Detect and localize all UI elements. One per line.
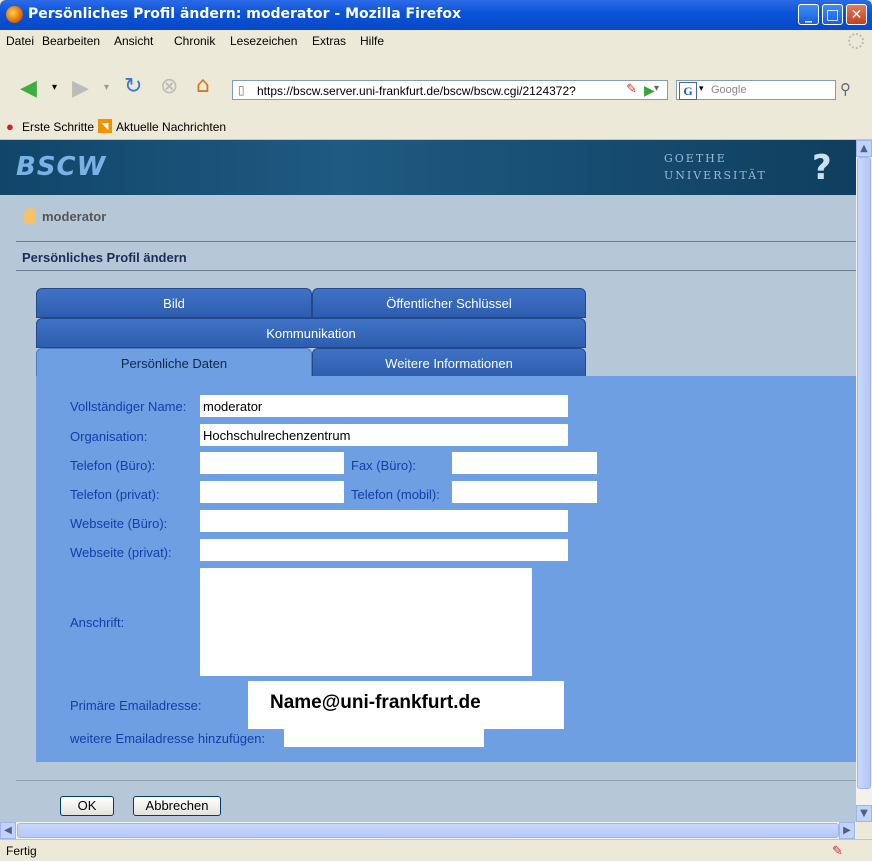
search-engine-dropdown-icon[interactable]: ▾ <box>699 84 704 94</box>
page-content: BSCW GOETHE UNIVERSITÄT ? moderator Pers… <box>0 140 856 822</box>
menu-hilfe[interactable]: Hilfe <box>360 34 384 48</box>
tab-kommunikation[interactable]: Kommunikation <box>36 318 586 348</box>
web-private-input[interactable] <box>200 539 568 561</box>
add-email-input[interactable] <box>284 727 484 747</box>
cancel-button[interactable]: Abbrechen <box>133 796 221 816</box>
bookmarks-toolbar: ● Erste Schritte ◥ Aktuelle Nachrichten <box>0 114 872 140</box>
primary-email-label: Primäre Emailadresse: <box>70 698 202 713</box>
status-bar: Fertig ✎ <box>0 839 872 861</box>
tel-office-label: Telefon (Büro): <box>70 458 156 473</box>
reload-icon[interactable]: ↻ <box>124 74 142 99</box>
rss-icon: ◥ <box>98 119 112 133</box>
organisation-label: Organisation: <box>70 429 148 444</box>
bookmark-erste-schritte[interactable]: Erste Schritte <box>22 120 94 134</box>
fullname-input[interactable] <box>200 395 568 417</box>
primary-email-field[interactable]: Name@uni-frankfurt.de <box>248 681 564 729</box>
tel-office-input[interactable] <box>200 452 344 474</box>
fax-office-input[interactable] <box>452 452 597 474</box>
search-icon[interactable]: ⚲ <box>840 80 851 98</box>
menu-lesezeichen[interactable]: Lesezeichen <box>230 34 297 48</box>
minimize-button[interactable]: _ <box>798 4 819 25</box>
scroll-left-icon[interactable]: ◀ <box>0 822 16 839</box>
fullname-label: Vollständiger Name: <box>70 399 187 414</box>
bookmark-aktuelle-nachrichten[interactable]: Aktuelle Nachrichten <box>116 120 226 134</box>
tab-persoenliche-daten[interactable]: Persönliche Daten <box>36 348 312 378</box>
scroll-down-icon[interactable]: ▼ <box>856 805 872 822</box>
tab-bild[interactable]: Bild <box>36 288 312 318</box>
scroll-right-icon[interactable]: ▶ <box>839 822 855 839</box>
maximize-button[interactable]: □ <box>822 4 843 25</box>
vertical-scrollbar[interactable]: ▲ ▼ <box>856 140 872 822</box>
tel-mobile-label: Telefon (mobil): <box>351 487 440 502</box>
tab-weitere-informationen[interactable]: Weitere Informationen <box>312 348 586 378</box>
user-bar: moderator <box>0 195 856 237</box>
menu-bearbeiten[interactable]: Bearbeiten <box>42 34 100 48</box>
forward-dropdown-icon[interactable]: ▾ <box>104 82 109 93</box>
fax-office-label: Fax (Büro): <box>351 458 417 473</box>
divider <box>16 270 856 271</box>
status-text: Fertig <box>6 844 37 858</box>
organisation-input[interactable] <box>200 424 568 446</box>
home-icon[interactable]: ⌂ <box>196 73 210 98</box>
site-warning-icon[interactable]: ✎ <box>626 82 637 97</box>
address-label: Anschrift: <box>70 615 125 630</box>
goethe-university-logo[interactable]: GOETHE UNIVERSITÄT <box>664 150 767 184</box>
throbber-icon <box>848 33 864 49</box>
web-private-label: Webseite (privat): <box>70 545 172 560</box>
url-bar[interactable]: ▯ https://bscw.server.uni-frankfurt.de/b… <box>232 80 668 100</box>
search-placeholder: Google <box>711 84 747 96</box>
bscw-header: BSCW GOETHE UNIVERSITÄT ? <box>0 140 856 195</box>
address-textarea[interactable] <box>200 568 532 676</box>
web-office-label: Webseite (Büro): <box>70 516 168 531</box>
go-icon[interactable]: ▶ <box>644 83 655 99</box>
menu-chronik[interactable]: Chronik <box>174 34 215 48</box>
tel-mobile-input[interactable] <box>452 481 597 503</box>
user-name[interactable]: moderator <box>42 209 106 224</box>
university-line1: GOETHE <box>664 152 727 165</box>
stop-icon[interactable]: ⊗ <box>160 74 178 99</box>
divider <box>16 780 856 781</box>
menu-datei[interactable]: Datei <box>6 34 34 48</box>
search-engine-icon[interactable]: G <box>679 82 697 100</box>
back-icon[interactable]: ◀ <box>20 76 37 101</box>
back-dropdown-icon[interactable]: ▾ <box>52 82 57 93</box>
ok-button[interactable]: OK <box>60 796 114 816</box>
bscw-logo[interactable]: BSCW <box>16 152 106 182</box>
tel-private-label: Telefon (privat): <box>70 487 160 502</box>
page-title: Persönliches Profil ändern <box>22 250 187 265</box>
security-warning-icon[interactable]: ✎ <box>832 843 843 859</box>
add-email-label: weitere Emailadresse hinzufügen: <box>70 731 266 746</box>
url-text: https://bscw.server.uni-frankfurt.de/bsc… <box>257 84 576 98</box>
close-button[interactable]: ✕ <box>846 4 867 25</box>
tab-oeffentlicher-schluessel[interactable]: Öffentlicher Schlüssel <box>312 288 586 318</box>
tel-private-input[interactable] <box>200 481 344 503</box>
firefox-icon <box>6 6 23 23</box>
window-title: Persönliches Profil ändern: moderator - … <box>28 6 462 22</box>
horizontal-scrollbar[interactable]: ◀ ▶ <box>0 822 856 839</box>
horizontal-scroll-thumb[interactable] <box>17 823 839 838</box>
divider <box>16 241 856 242</box>
vertical-scroll-thumb[interactable] <box>857 157 871 789</box>
menu-extras[interactable]: Extras <box>312 34 346 48</box>
menu-bar: Datei Bearbeiten Ansicht Chronik Lesezei… <box>0 30 872 52</box>
forward-icon[interactable]: ▶ <box>72 76 89 101</box>
scroll-up-icon[interactable]: ▲ <box>856 140 872 157</box>
primary-email-value: Name@uni-frankfurt.de <box>270 692 481 713</box>
firefox-bookmark-icon: ● <box>6 119 14 134</box>
web-office-input[interactable] <box>200 510 568 532</box>
window-titlebar: Persönliches Profil ändern: moderator - … <box>0 0 872 30</box>
menu-ansicht[interactable]: Ansicht <box>114 34 153 48</box>
help-icon[interactable]: ? <box>812 148 832 188</box>
university-line2: UNIVERSITÄT <box>664 169 767 182</box>
search-bar[interactable]: G ▾ Google <box>676 80 836 100</box>
user-icon <box>24 208 36 224</box>
page-icon: ▯ <box>238 83 245 97</box>
